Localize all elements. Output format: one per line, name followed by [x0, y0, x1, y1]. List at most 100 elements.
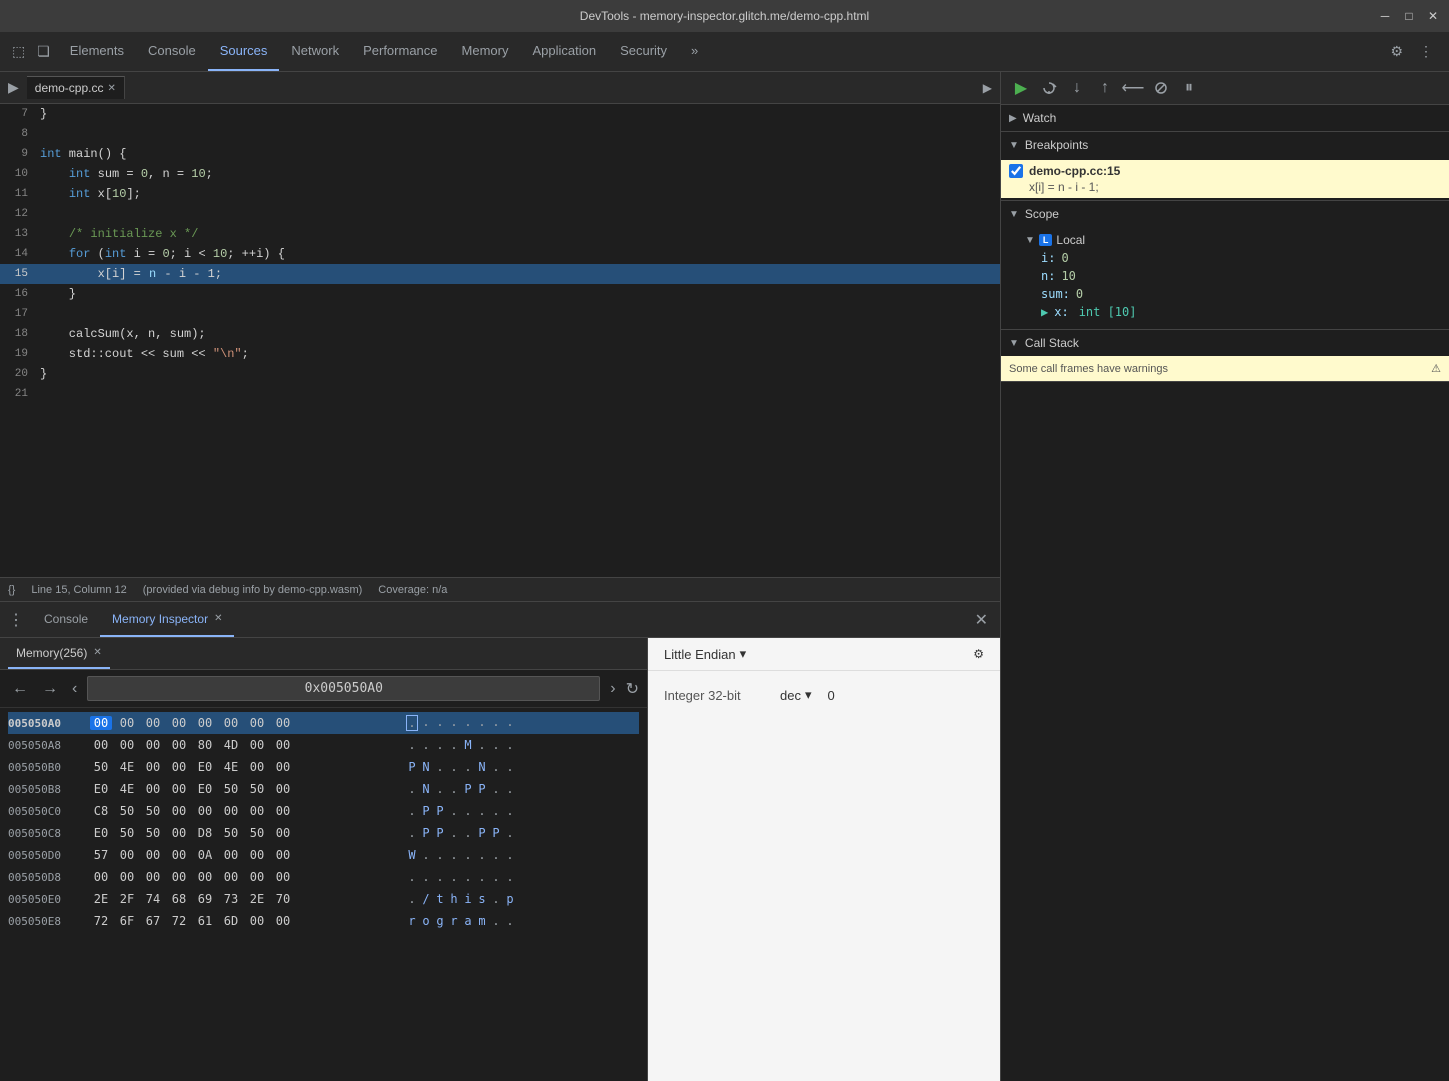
- title-bar-controls: ─ □ ✕: [1377, 8, 1441, 24]
- memory-inspector-content: Memory(256) ✕ ← → ‹ › ↻: [0, 638, 1000, 1081]
- close-button[interactable]: ✕: [1425, 8, 1441, 24]
- tab-console[interactable]: Console: [136, 32, 208, 71]
- scope-body: ▼ L Local i: 0 n: 10 sum: 0: [1001, 227, 1449, 329]
- memory-tab-256[interactable]: Memory(256) ✕: [8, 638, 110, 669]
- watch-label: Watch: [1023, 111, 1057, 125]
- hex-row-005050A8: 005050A8 00 00 00 00 80 4D 00 00: [8, 734, 639, 756]
- step-back-button[interactable]: ⟵: [1121, 76, 1145, 100]
- tab-performance[interactable]: Performance: [351, 32, 449, 71]
- bottom-panel-close-button[interactable]: ✕: [971, 606, 992, 634]
- bottom-tab-console[interactable]: Console: [32, 602, 100, 637]
- local-header[interactable]: ▼ L Local: [1025, 231, 1441, 249]
- tab-elements[interactable]: Elements: [58, 32, 136, 71]
- breakpoints-header[interactable]: ▼ Breakpoints: [1001, 132, 1449, 158]
- scope-type-x: int [10]: [1075, 305, 1137, 319]
- devtools-container: ⬚ ❏ Elements Console Sources Network Per…: [0, 32, 1449, 1081]
- code-line-14: 14 for (int i = 0; i < 10; ++i) {: [0, 244, 1000, 264]
- value-number: 0: [828, 688, 835, 703]
- call-stack-warning-text: Some call frames have warnings: [1009, 363, 1168, 375]
- file-tab-name: demo-cpp.cc: [35, 81, 104, 95]
- scope-var-n: n: 10: [1025, 267, 1441, 285]
- memory-value-section: Integer 32-bit dec ▾ 0: [648, 671, 1000, 719]
- step-over-button[interactable]: [1037, 76, 1061, 100]
- resume-button[interactable]: ▶: [1009, 76, 1033, 100]
- breakpoints-section: ▼ Breakpoints demo-cpp.cc:15 x[i] = n - …: [1001, 132, 1449, 201]
- code-line-15: 15 x[i] = n - i - 1;: [0, 264, 1000, 284]
- tab-memory[interactable]: Memory: [450, 32, 521, 71]
- hex-row-005050A0: 005050A0 00 00 00 00 00 00 00 00: [8, 712, 639, 734]
- pause-exceptions-button[interactable]: ⏸: [1177, 76, 1201, 100]
- code-line-11: 11 int x[10];: [0, 184, 1000, 204]
- minimize-button[interactable]: ─: [1377, 8, 1393, 24]
- layers-icon[interactable]: ❏: [33, 39, 54, 64]
- file-tab-close-icon[interactable]: ✕: [107, 83, 115, 94]
- code-editor[interactable]: 7 } 8 9 int main() { 10 int sum = 0, n =…: [0, 104, 1000, 577]
- file-tab-bar: ▶ demo-cpp.cc ✕ ▶: [0, 72, 1000, 104]
- file-tab-right-icon[interactable]: ▶: [975, 81, 1000, 95]
- value-format-selector[interactable]: dec ▾: [780, 687, 812, 703]
- scope-key-n: n:: [1041, 269, 1055, 283]
- code-line-10: 10 int sum = 0, n = 10;: [0, 164, 1000, 184]
- tab-sources[interactable]: Sources: [208, 32, 280, 71]
- scope-val-i: 0: [1061, 251, 1068, 265]
- hex-dump[interactable]: 005050A0 00 00 00 00 00 00 00 00: [0, 708, 647, 1081]
- code-line-20: 20 }: [0, 364, 1000, 384]
- endian-select[interactable]: Little Endian ▾: [664, 646, 746, 662]
- code-line-12: 12: [0, 204, 1000, 224]
- cursor-icon[interactable]: ⬚: [8, 39, 29, 64]
- deactivate-button[interactable]: [1149, 76, 1173, 100]
- maximize-button[interactable]: □: [1401, 8, 1417, 24]
- tab-more[interactable]: »: [679, 32, 710, 71]
- hex-refresh-button[interactable]: ↻: [626, 679, 639, 699]
- title-bar-text: DevTools - memory-inspector.glitch.me/de…: [580, 9, 869, 23]
- breakpoint-checkbox[interactable]: [1009, 164, 1023, 178]
- step-into-button[interactable]: ↓: [1065, 76, 1089, 100]
- call-stack-label: Call Stack: [1025, 336, 1079, 350]
- memory-tab-close-icon[interactable]: ✕: [93, 647, 101, 658]
- hex-address-input[interactable]: [87, 676, 600, 701]
- file-tab-demo-cpp[interactable]: demo-cpp.cc ✕: [27, 76, 125, 99]
- watch-chevron-icon: ▶: [1009, 113, 1017, 124]
- bottom-tab-memory-inspector[interactable]: Memory Inspector ✕: [100, 602, 234, 637]
- hex-row-005050C0: 005050C0 C8 50 50 00 00 00 00 00: [8, 800, 639, 822]
- more-icon[interactable]: ⋮: [1415, 39, 1437, 64]
- bottom-panel-toggle-icon[interactable]: ⋮: [8, 610, 24, 630]
- hex-row-005050B8: 005050B8 E0 4E 00 00 E0 50 50 00: [8, 778, 639, 800]
- debug-info-text: (provided via debug info by demo-cpp.was…: [143, 584, 363, 596]
- bottom-panel: ⋮ Console Memory Inspector ✕ ✕: [0, 601, 1000, 1081]
- call-stack-warning-bar: Some call frames have warnings ⚠: [1001, 356, 1449, 381]
- scope-expand-x-icon[interactable]: ▶: [1041, 305, 1048, 319]
- watch-header[interactable]: ▶ Watch: [1001, 105, 1449, 131]
- hex-prev-button[interactable]: ‹: [68, 678, 81, 700]
- scope-key-i: i:: [1041, 251, 1055, 265]
- call-stack-section: ▼ Call Stack Some call frames have warni…: [1001, 330, 1449, 382]
- panel-toggle-icon[interactable]: ▶: [4, 77, 23, 98]
- hex-back-button[interactable]: ←: [8, 678, 32, 700]
- hex-row-005050E0: 005050E0 2E 2F 74 68 69 73 2E 70: [8, 888, 639, 910]
- tab-security[interactable]: Security: [608, 32, 679, 71]
- title-bar: DevTools - memory-inspector.glitch.me/de…: [0, 0, 1449, 32]
- scope-val-sum: 0: [1076, 287, 1083, 301]
- hex-row-005050B0: 005050B0 50 4E 00 00 E0 4E 00 00: [8, 756, 639, 778]
- watch-section: ▶ Watch: [1001, 105, 1449, 132]
- code-line-16: 16 }: [0, 284, 1000, 304]
- hex-next-button[interactable]: ›: [606, 678, 619, 700]
- hex-forward-button[interactable]: →: [38, 678, 62, 700]
- top-nav: ⬚ ❏ Elements Console Sources Network Per…: [0, 32, 1449, 72]
- encoding-settings-icon[interactable]: ⚙: [973, 647, 984, 661]
- call-stack-header[interactable]: ▼ Call Stack: [1001, 330, 1449, 356]
- scope-val-n: 10: [1061, 269, 1075, 283]
- scope-header[interactable]: ▼ Scope: [1001, 201, 1449, 227]
- memory-inspector-tab-close-icon[interactable]: ✕: [214, 613, 222, 624]
- cursor-position: Line 15, Column 12: [31, 584, 126, 596]
- debugger-panel: ▶ ↓ ↑ ⟵ ⏸ ▶ Watch: [1001, 72, 1449, 1081]
- code-line-7: 7 }: [0, 104, 1000, 124]
- tab-network[interactable]: Network: [279, 32, 351, 71]
- memory-subtab-bar: Memory(256) ✕: [0, 638, 647, 670]
- step-out-button[interactable]: ↑: [1093, 76, 1117, 100]
- code-line-19: 19 std::cout << sum << "\n";: [0, 344, 1000, 364]
- tab-application[interactable]: Application: [520, 32, 608, 71]
- settings-icon[interactable]: ⚙: [1386, 39, 1407, 64]
- code-line-21: 21: [0, 384, 1000, 404]
- scope-key-sum: sum:: [1041, 287, 1070, 301]
